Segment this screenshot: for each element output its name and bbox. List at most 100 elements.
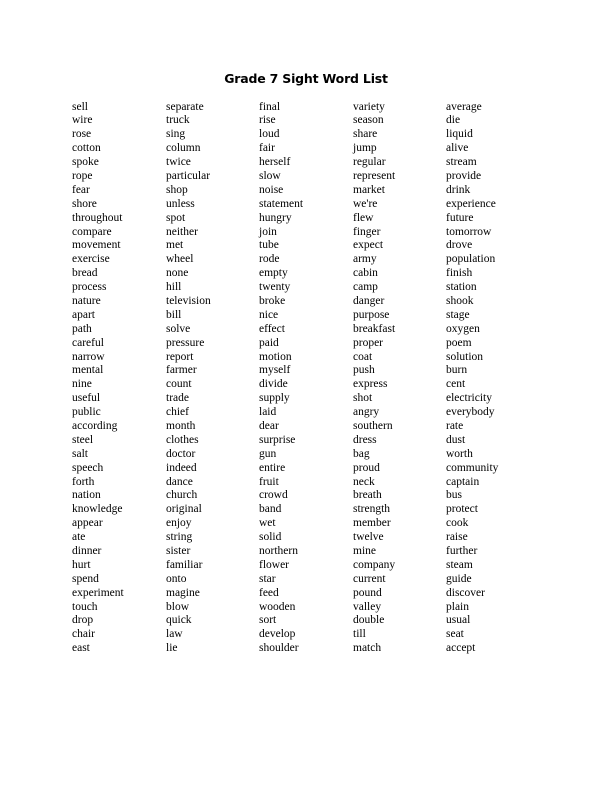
word-item: valley (353, 600, 382, 613)
word-item: sort (259, 614, 277, 627)
word-list-grid: sell wire rose cotton spoke rope fear shore thro… (0, 0, 612, 792)
word-item: mental (72, 364, 104, 377)
word-item: enjoy (166, 517, 192, 530)
word-item: proud (353, 461, 380, 474)
word-item: current (353, 572, 386, 585)
word-item: dinner (72, 545, 102, 557)
word-item: shore (72, 197, 97, 210)
word-item: dress (353, 433, 377, 446)
word-item: solid (259, 531, 282, 544)
word-item: seat (446, 628, 464, 641)
word-item: die (446, 114, 461, 127)
word-item: stream (446, 156, 477, 169)
word-item: rose (72, 128, 92, 141)
word-item: string (166, 531, 193, 544)
word-column-4: variety season share jump regular represent ma… (353, 101, 395, 657)
word-item: nine (72, 378, 92, 391)
word-item: coat (353, 350, 373, 363)
word-item: solve (166, 322, 191, 335)
word-item: shot (353, 392, 373, 405)
word-item: variety (353, 100, 385, 113)
word-item: sing (166, 128, 186, 141)
word-item: nice (259, 308, 279, 321)
word-item: drink (446, 183, 471, 196)
word-item: cotton (72, 142, 101, 155)
word-item: cabin (353, 267, 378, 280)
word-item: wooden (259, 600, 296, 613)
word-item: chair (72, 628, 95, 641)
word-item: nature (72, 294, 101, 307)
word-item: shoulder (259, 642, 299, 655)
word-item: entire (259, 461, 286, 474)
word-item: farmer (166, 364, 197, 377)
word-item: drop (72, 614, 94, 627)
word-item: regular (353, 156, 386, 169)
word-item: motion (259, 350, 292, 363)
word-item: appear (72, 517, 103, 530)
word-item: guide (446, 572, 472, 585)
word-item: purpose (353, 308, 390, 321)
word-item: exercise (72, 253, 110, 266)
word-item: finger (353, 225, 381, 238)
word-item: useful (72, 392, 101, 405)
word-item: protect (446, 503, 478, 516)
word-item: captain (446, 475, 480, 488)
word-item: surprise (259, 433, 296, 446)
word-item: member (353, 517, 391, 530)
word-item: original (166, 503, 202, 516)
word-item: we're (353, 197, 378, 210)
word-item: column (166, 142, 201, 155)
word-item: average (446, 100, 482, 113)
word-item: pressure (166, 336, 205, 349)
word-item: neither (166, 225, 198, 238)
word-item: hill (166, 281, 182, 294)
word-item: future (446, 211, 474, 224)
word-item: law (166, 628, 183, 641)
word-item: fair (259, 142, 275, 155)
word-item: crowd (259, 489, 288, 502)
word-item: narrow (72, 350, 105, 363)
word-item: flew (353, 211, 374, 224)
word-item: quick (166, 614, 192, 627)
word-item: twelve (353, 531, 384, 544)
word-item: chief (166, 406, 189, 419)
word-item: neck (353, 475, 375, 488)
word-item: alive (446, 142, 469, 155)
word-item: slow (259, 169, 281, 182)
word-item: pound (353, 586, 382, 599)
word-item: season (353, 114, 384, 127)
word-item: hungry (259, 211, 292, 224)
word-item: population (446, 253, 496, 266)
word-item: twice (166, 156, 191, 169)
word-item: truck (166, 114, 190, 127)
word-item: herself (259, 156, 291, 169)
word-item: month (166, 419, 196, 432)
word-item: cent (446, 378, 466, 391)
word-item: path (72, 322, 92, 335)
word-item: broke (259, 294, 286, 307)
word-item: experience (446, 197, 496, 210)
word-item: careful (72, 336, 104, 349)
word-item: electricity (446, 392, 492, 405)
word-item: rode (259, 253, 280, 266)
word-item: report (166, 350, 194, 363)
word-item: apart (72, 308, 95, 321)
word-item: touch (72, 600, 98, 613)
word-item: supply (259, 392, 290, 405)
word-item: army (353, 253, 377, 266)
word-item: count (166, 378, 192, 391)
word-item: process (72, 281, 107, 294)
word-item: northern (259, 545, 298, 557)
word-item: breakfast (353, 322, 396, 335)
word-item: further (446, 545, 478, 557)
word-item: bread (72, 267, 98, 280)
word-item: shook (446, 294, 474, 307)
word-item: empty (259, 267, 288, 280)
word-item: mine (353, 545, 376, 557)
word-item: accept (446, 642, 476, 655)
word-item: finish (446, 267, 473, 280)
word-item: everybody (446, 406, 495, 419)
word-item: hurt (72, 558, 91, 571)
word-item: breath (353, 489, 382, 502)
word-item: loud (259, 128, 280, 141)
